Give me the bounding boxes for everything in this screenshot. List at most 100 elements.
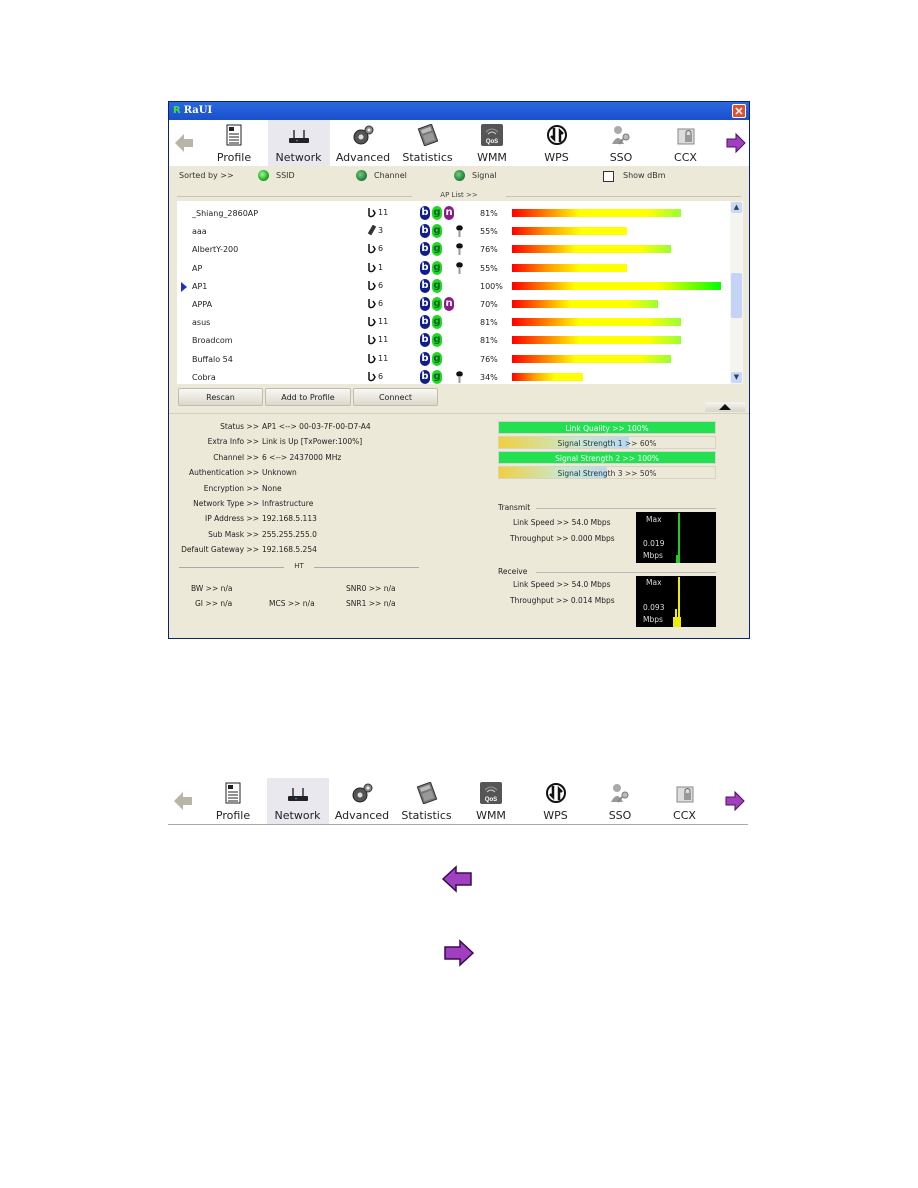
toolbar-tab-label: Advanced [335,151,391,164]
user-key-icon [608,782,632,804]
ap-signal-bar [512,227,627,236]
wps-arrows-icon [544,782,568,804]
ap-list-row[interactable]: APPA 6 b g n 70% [177,295,730,313]
mode-b-badge: b [420,315,430,330]
toolbar-tab-sso[interactable]: SSO [590,120,652,166]
ap-list-row[interactable]: aaa 3 b g 55% [177,222,730,240]
collapse-list-button[interactable] [705,402,745,412]
ap-list-row[interactable]: asus 11 b g 81% [177,313,730,331]
toolbar-tab-wps[interactable]: WPS [525,778,587,824]
toolbar-tab-wmm[interactable]: QoS WMM [460,778,522,824]
ht-mcs: MCS >> n/a [269,599,315,608]
key-lock-icon [456,225,463,238]
sort-channel-radio[interactable] [356,170,367,181]
rx-graph: Max 0.093 Mbps [636,576,716,627]
ap-list-row[interactable]: _Shiang_2860AP 11 b g n 81% [177,204,730,222]
info-key: Default Gateway >> [181,545,259,555]
mode-b-badge: b [420,369,430,384]
quality-bar: Signal Strength 3 >> 50% [498,466,716,479]
ap-channel: 3 [378,226,384,236]
toolbar-tab-label: SSO [608,809,632,822]
toolbar-tab-advanced[interactable]: Advanced [332,120,394,166]
toolbar-tab-statistics[interactable]: Statistics [397,120,459,166]
toolbar-tab-advanced[interactable]: Advanced [331,778,393,824]
ht-snr1: SNR1 >> n/a [346,599,396,608]
info-key: Status >> [220,422,259,431]
forward-arrow-icon[interactable] [724,790,746,812]
connect-button[interactable]: Connect [353,388,438,406]
app-logo-icon: R [173,105,181,116]
forward-arrow-icon[interactable] [725,132,747,154]
ap-list-row[interactable]: AP 1 b g 55% [177,259,730,277]
sort-ssid-radio[interactable] [258,170,269,181]
raui-window: R RaUI ✕ Profile Network Advanced Statistics… [168,101,750,639]
ht-section-title: HT [179,562,419,572]
calculator-icon [415,781,439,805]
toolbar-tab-ccx[interactable]: CCX [654,778,716,824]
receive-title: Receive [498,567,528,576]
ap-signal-bar [512,281,721,290]
left-arrow-purple-icon [441,865,472,893]
toolbar-tab-ccx[interactable]: CCX [655,120,717,166]
toolbar-tab-network[interactable]: Network [266,778,329,824]
infrastructure-icon [367,280,377,291]
close-button[interactable]: ✕ [732,104,746,118]
ap-list-row[interactable]: Buffalo 54 11 b g 76% [177,350,730,368]
toolbar-tab-label: Statistics [402,151,453,164]
toolbar-tab-wmm[interactable]: QoS WMM [461,120,523,166]
scroll-up-button[interactable]: ▲ [731,202,742,213]
add-to-profile-button[interactable]: Add to Profile [265,388,351,406]
show-dbm-checkbox[interactable] [603,171,614,182]
quality-bar-label: Signal Strength 3 >> 50% [557,469,657,478]
sorted-by-label: Sorted by >> [179,171,234,180]
sort-signal-radio[interactable] [454,170,465,181]
mode-g-badge: g [432,315,442,330]
ap-signal-percent: 70% [480,300,498,309]
ap-signal-percent: 81% [480,336,498,346]
scroll-down-button[interactable]: ▼ [731,372,742,383]
toolbar-figure: Profile Network Advanced Statistics QoS WMM WP… [168,778,748,825]
toolbar-tab-network[interactable]: Network [267,120,330,166]
wps-arrows-icon [545,124,569,146]
toolbar-tab-profile[interactable]: Profile [202,778,264,824]
back-arrow-icon[interactable] [173,132,195,154]
tx-graph-max: Max [646,515,662,524]
ap-signal-bar [512,318,681,327]
mode-g-badge: g [432,351,442,366]
info-value: 6 <--> 2437000 MHz [262,452,342,462]
ap-channel: 6 [378,299,384,308]
ap-signal-percent: 81% [480,318,498,328]
ap-channel: 6 [378,371,384,381]
back-arrow-icon[interactable] [172,790,194,812]
toolbar-tab-statistics[interactable]: Statistics [396,778,458,824]
ap-list-row[interactable]: AlbertY-200 6 b g 76% [177,240,730,258]
ap-list-row[interactable]: Broadcom 11 b g 81% [177,331,730,349]
svg-text:QoS: QoS [485,797,497,803]
ht-title-text: HT [294,562,304,570]
toolbar-tab-sso[interactable]: SSO [589,778,651,824]
ap-list-row[interactable]: AP1 6 b g 100% [177,277,730,295]
infrastructure-icon [367,316,377,327]
ap-list-scrollbar[interactable]: ▲ ▼ [730,201,743,384]
mode-b-badge: b [420,206,430,220]
ap-ssid: Cobra [192,372,216,382]
mode-b-badge: b [420,242,430,257]
rx-graph-bar [675,609,677,627]
info-value: 255.255.255.0 [262,529,317,539]
ap-list[interactable]: _Shiang_2860AP 11 b g n 81% aaa 3 b g 55% AlbertY-2… [177,201,743,384]
infrastructure-icon [367,298,377,309]
ap-signal-bar [512,245,671,254]
sort-bar: Sorted by >> SSID Channel Signal Show dB… [169,166,749,186]
ap-list-row[interactable]: Cobra 6 b g 34% [177,368,730,386]
toolbar-tab-wps[interactable]: WPS [526,120,588,166]
toolbar-tab-profile[interactable]: Profile [203,120,265,166]
section-divider [169,413,749,414]
ap-signal-percent: 81% [480,209,498,218]
ap-channel: 6 [378,244,384,254]
router-icon [287,124,311,146]
scroll-thumb[interactable] [731,273,742,318]
rescan-button[interactable]: Rescan [178,388,263,406]
ap-ssid: asus [192,318,211,328]
key-lock-icon [456,261,463,274]
ap-signal-bar [512,209,681,217]
